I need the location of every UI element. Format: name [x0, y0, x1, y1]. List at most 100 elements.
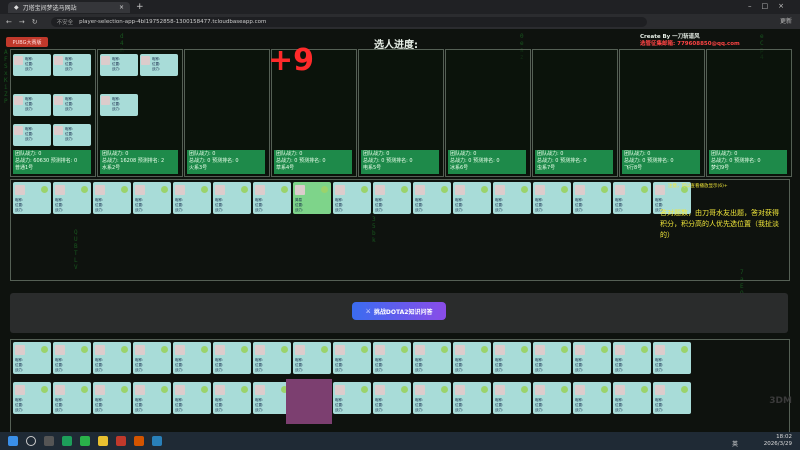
player-card[interactable]: 昵称: 位置: 战力: — [533, 182, 571, 214]
player-card[interactable]: 昵称: 位置: 战力: — [213, 182, 251, 214]
player-card[interactable]: 昵称: 位置: 战力: — [293, 342, 331, 374]
member-card[interactable]: 昵称: 位置: 战力: — [13, 124, 51, 146]
speaker-icon[interactable] — [361, 386, 368, 393]
speaker-icon[interactable] — [401, 386, 408, 393]
member-card[interactable]: 昵称: 位置: 战力: — [100, 94, 138, 116]
speaker-icon[interactable] — [161, 346, 168, 353]
speaker-icon[interactable] — [601, 346, 608, 353]
speaker-icon[interactable] — [81, 346, 88, 353]
player-card[interactable]: 昵称: 位置: 战力: — [253, 182, 291, 214]
speaker-icon[interactable] — [601, 386, 608, 393]
player-card[interactable]: 昵称: 位置: 战力: — [13, 382, 51, 414]
player-card[interactable]: 昵称: 位置: 战力: — [53, 342, 91, 374]
speaker-icon[interactable] — [321, 346, 328, 353]
player-card[interactable]: 昵称: 位置: 战力: — [93, 342, 131, 374]
player-card[interactable]: 昵称: 位置: 战力: — [373, 342, 411, 374]
speaker-icon[interactable] — [121, 186, 128, 193]
file-explorer-icon[interactable] — [98, 436, 108, 446]
player-card[interactable]: 昵称: 位置: 战力: — [373, 182, 411, 214]
browser-tab[interactable]: ◆ 刀塔宝间梦选马网站 × — [8, 1, 130, 13]
speaker-icon[interactable] — [361, 346, 368, 353]
profile-button[interactable]: 更新 — [780, 16, 792, 25]
app-icon[interactable] — [116, 436, 126, 446]
player-card[interactable]: 昵称: 位置: 战力: — [493, 382, 531, 414]
speaker-icon[interactable] — [401, 186, 408, 193]
speaker-icon[interactable] — [161, 386, 168, 393]
player-card[interactable]: 昵称: 位置: 战力: — [333, 342, 371, 374]
speaker-icon[interactable] — [561, 186, 568, 193]
player-card[interactable]: 昵称: 位置: 战力: — [573, 182, 611, 214]
speaker-icon[interactable] — [601, 186, 608, 193]
speaker-icon[interactable] — [441, 186, 448, 193]
player-card[interactable]: 昵称: 位置: 战力: — [453, 182, 491, 214]
speaker-icon[interactable] — [641, 386, 648, 393]
player-card[interactable]: 昵称: 位置: 战力: — [53, 182, 91, 214]
player-card[interactable]: 昵称: 位置: 战力: — [13, 342, 51, 374]
player-card[interactable]: 昵称: 位置: 战力: — [613, 182, 651, 214]
speaker-icon[interactable] — [241, 186, 248, 193]
speaker-icon[interactable] — [441, 346, 448, 353]
player-card[interactable]: 昵称: 位置: 战力: — [213, 382, 251, 414]
speaker-icon[interactable] — [281, 346, 288, 353]
speaker-icon[interactable] — [361, 186, 368, 193]
player-card[interactable]: 昵称: 位置: 战力: — [373, 382, 411, 414]
member-card[interactable]: 昵称: 位置: 战力: — [13, 94, 51, 116]
speaker-icon[interactable] — [441, 386, 448, 393]
player-card[interactable]: 昵称: 位置: 战力: — [173, 382, 211, 414]
player-card[interactable]: 昵称: 位置: 战力: — [13, 182, 51, 214]
player-card[interactable]: 昵称: 位置: 战力: — [533, 382, 571, 414]
speaker-icon[interactable] — [321, 186, 328, 193]
player-card[interactable]: 昵称: 位置: 战力: — [413, 182, 451, 214]
player-card[interactable]: 昵称: 位置: 战力: — [453, 342, 491, 374]
player-card[interactable]: 昵称: 位置: 战力: — [93, 382, 131, 414]
player-card[interactable]: 昵称: 位置: 战力: — [413, 342, 451, 374]
player-card[interactable]: 昵称: 位置: 战力: — [133, 342, 171, 374]
player-card[interactable]: 昵称: 位置: 战力: — [333, 382, 371, 414]
speaker-icon[interactable] — [281, 186, 288, 193]
tab-close-icon[interactable]: × — [119, 4, 124, 11]
chrome-icon[interactable] — [152, 436, 162, 446]
speaker-icon[interactable] — [561, 386, 568, 393]
speaker-icon[interactable] — [641, 346, 648, 353]
player-card[interactable]: 昵称: 位置: 战力: — [133, 182, 171, 214]
speaker-icon[interactable] — [201, 346, 208, 353]
member-card[interactable]: 昵称: 位置: 战力: — [100, 54, 138, 76]
nav-buttons[interactable]: ←→↻ — [6, 18, 45, 26]
player-card[interactable]: 昵称: 位置: 战力: — [93, 182, 131, 214]
speaker-icon[interactable] — [521, 186, 528, 193]
member-card[interactable]: 昵称: 位置: 战力: — [140, 54, 178, 76]
speaker-icon[interactable] — [81, 386, 88, 393]
windows-start-icon[interactable] — [8, 436, 18, 446]
player-card[interactable]: 昵称: 位置: 战力: — [493, 182, 531, 214]
player-card[interactable]: 昵称: 位置: 战力: — [613, 382, 651, 414]
speaker-icon[interactable] — [481, 386, 488, 393]
member-card[interactable]: 昵称: 位置: 战力: — [53, 94, 91, 116]
search-icon[interactable] — [26, 436, 36, 446]
player-card[interactable]: 昵称: 位置: 战力: — [53, 382, 91, 414]
edge-browser-icon[interactable] — [62, 436, 72, 446]
speaker-icon[interactable] — [41, 386, 48, 393]
system-clock[interactable]: 18:02 2026/3/29 — [764, 434, 792, 448]
player-card[interactable]: 昵称: 位置: 战力: — [253, 342, 291, 374]
speaker-icon[interactable] — [641, 186, 648, 193]
speaker-icon[interactable] — [241, 386, 248, 393]
member-card[interactable]: 昵称: 位置: 战力: — [53, 54, 91, 76]
speaker-icon[interactable] — [521, 346, 528, 353]
player-card[interactable]: 昵称: 位置: 战力: — [133, 382, 171, 414]
player-card[interactable]: 昵称: 位置: 战力: — [493, 342, 531, 374]
speaker-icon[interactable] — [681, 346, 688, 353]
player-card[interactable]: 昵称: 位置: 战力: — [173, 342, 211, 374]
url-input[interactable]: 不安全 player-selection-app-4bl19752858-130… — [50, 16, 647, 27]
member-card[interactable]: 昵称: 位置: 战力: — [13, 54, 51, 76]
window-controls[interactable]: –□× — [748, 2, 794, 10]
player-card[interactable]: 昵称: 位置: 战力: — [213, 342, 251, 374]
player-card[interactable]: 昵称: 位置: 战力: — [573, 382, 611, 414]
player-card[interactable]: 昵称: 位置: 战力: — [573, 342, 611, 374]
speaker-icon[interactable] — [41, 186, 48, 193]
player-card[interactable]: 昵称: 位置: 战力: — [653, 382, 691, 414]
input-language[interactable]: 英 — [732, 439, 738, 448]
player-card[interactable]: 昵称: 位置: 战力: — [533, 342, 571, 374]
quiz-button[interactable]: ⚔ 挑战DOTA2知识问答 — [352, 302, 446, 320]
speaker-icon[interactable] — [481, 346, 488, 353]
speaker-icon[interactable] — [401, 346, 408, 353]
